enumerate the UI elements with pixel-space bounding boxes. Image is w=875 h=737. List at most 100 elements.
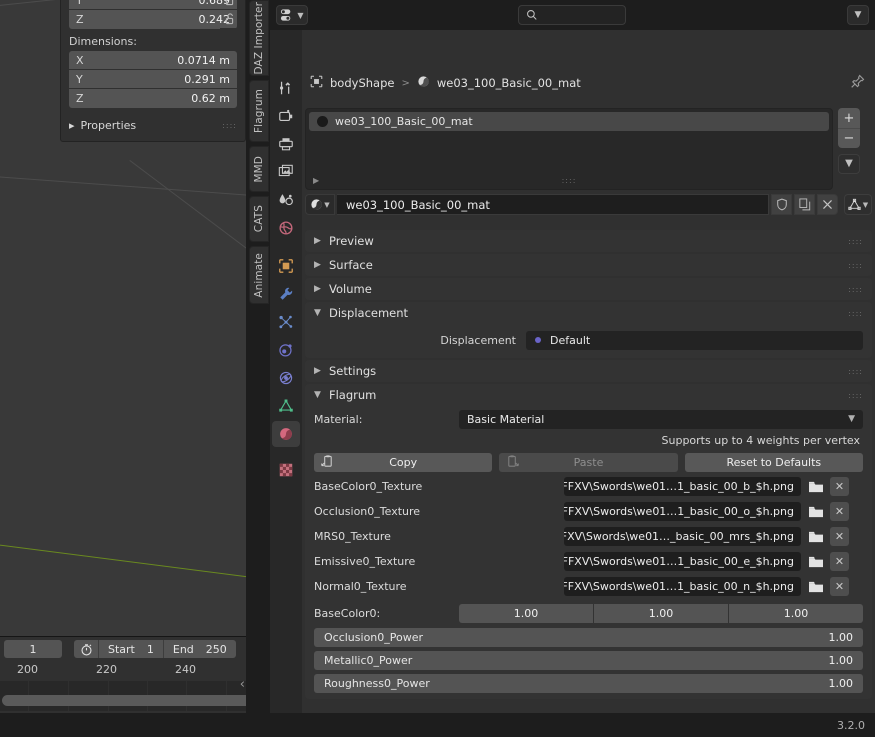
unlock-icon[interactable] xyxy=(220,0,240,10)
editor-type-button[interactable]: ▼ xyxy=(276,5,308,25)
panel-displacement[interactable]: ▼ Displacement :::: Displacement Default xyxy=(305,302,872,358)
current-frame-field[interactable]: 1 xyxy=(4,640,62,658)
open-file-icon[interactable] xyxy=(806,527,826,546)
metallic-power-slider[interactable]: Metallic0_Power 1.00 xyxy=(314,651,863,670)
tab-material[interactable] xyxy=(270,420,302,448)
texture-path-field[interactable]: G:\FFXV\Swords\we01…1_basic_00_e_$h.png xyxy=(564,552,801,571)
end-frame-field[interactable]: End 250 xyxy=(162,640,236,658)
sidebar-tab-cats[interactable]: CATS xyxy=(249,196,269,242)
basecolor-component[interactable]: 1.00 xyxy=(729,604,863,623)
clear-texture-button[interactable]: ✕ xyxy=(830,577,849,596)
browse-material-button[interactable]: ▼ xyxy=(305,194,335,215)
tab-texture[interactable] xyxy=(270,456,302,484)
copy-icon xyxy=(321,455,334,472)
tab-constraints[interactable] xyxy=(270,364,302,392)
material-slot-buttons: + − ▼ xyxy=(838,108,860,174)
expand-filter-icon[interactable]: ▶ xyxy=(313,176,319,185)
resize-grip-icon[interactable]: :::: xyxy=(562,176,577,185)
panel-preview-header[interactable]: ▶ Preview :::: xyxy=(305,230,872,252)
clear-texture-button[interactable]: ✕ xyxy=(830,527,849,546)
tab-object-data[interactable] xyxy=(270,392,302,420)
copy-button[interactable]: Copy xyxy=(314,453,493,472)
panel-settings[interactable]: ▶ Settings :::: xyxy=(305,360,872,382)
ruler-tick-label: 200 xyxy=(17,663,38,676)
clear-texture-button[interactable]: ✕ xyxy=(830,502,849,521)
transform-row[interactable]: Y 0.689 xyxy=(69,0,237,10)
open-file-icon[interactable] xyxy=(806,577,826,596)
tab-tool[interactable] xyxy=(270,74,302,102)
header-options-button[interactable]: ▼ xyxy=(847,5,869,25)
material-slot-list[interactable]: we03_100_Basic_00_mat ▶ :::: xyxy=(305,108,833,190)
sidebar-tab-mmd[interactable]: MMD xyxy=(249,146,269,192)
add-material-slot-button[interactable]: + xyxy=(838,108,860,128)
pin-icon[interactable] xyxy=(850,74,865,92)
occlusion-power-slider[interactable]: Occlusion0_Power 1.00 xyxy=(314,628,863,647)
panel-surface-header[interactable]: ▶ Surface :::: xyxy=(305,254,872,276)
roughness-power-slider[interactable]: Roughness0_Power 1.00 xyxy=(314,674,863,693)
dimension-row[interactable]: Z 0.62 m xyxy=(69,89,237,108)
open-file-icon[interactable] xyxy=(806,502,826,521)
remove-material-slot-button[interactable]: − xyxy=(838,128,860,148)
sidebar-tab-flagrum[interactable]: Flagrum xyxy=(249,80,269,142)
basecolor-component[interactable]: 1.00 xyxy=(594,604,728,623)
open-file-icon[interactable] xyxy=(806,552,826,571)
chevron-left-icon[interactable]: ‹ xyxy=(240,677,245,692)
search-input[interactable] xyxy=(518,5,626,25)
new-material-copy-button[interactable] xyxy=(794,194,815,215)
tab-output[interactable] xyxy=(270,130,302,158)
dimension-row[interactable]: Y 0.291 m xyxy=(69,70,237,89)
material-slot-specials-button[interactable]: ▼ xyxy=(838,154,860,174)
blender-version: 3.2.0 xyxy=(837,718,865,732)
unlock-icon[interactable] xyxy=(220,10,240,29)
tab-object[interactable] xyxy=(270,252,302,280)
paste-button[interactable]: Paste xyxy=(499,453,678,472)
panel-flagrum-header[interactable]: ▼ Flagrum :::: xyxy=(305,384,872,406)
breadcrumb-object-name[interactable]: bodyShape xyxy=(330,76,394,90)
chevron-right-icon: ▶ xyxy=(314,284,321,294)
flagrum-material-dropdown[interactable]: Basic Material ▼ xyxy=(459,409,863,429)
dimension-row[interactable]: X 0.0714 m xyxy=(69,51,237,70)
sidebar-tab-animate[interactable]: Animate xyxy=(249,246,269,304)
fake-user-button[interactable] xyxy=(771,194,792,215)
tab-render[interactable] xyxy=(270,102,302,130)
panel-displacement-header[interactable]: ▼ Displacement :::: xyxy=(305,302,872,324)
transform-row[interactable]: Z 0.242 xyxy=(69,10,237,29)
basecolor-component[interactable]: 1.00 xyxy=(459,604,593,623)
unlink-material-button[interactable] xyxy=(817,194,838,215)
tab-view-layer[interactable] xyxy=(270,158,302,186)
timeline-editor[interactable]: 1 Start 1 End 250 200 220 240 ‹ xyxy=(0,636,260,713)
panel-preview[interactable]: ▶ Preview :::: xyxy=(305,230,872,252)
clear-texture-button[interactable]: ✕ xyxy=(830,477,849,496)
tab-physics[interactable] xyxy=(270,336,302,364)
panel-volume-header[interactable]: ▶ Volume :::: xyxy=(305,278,872,300)
open-file-icon[interactable] xyxy=(806,477,826,496)
clear-texture-button[interactable]: ✕ xyxy=(830,552,849,571)
chevron-right-icon: ▶ xyxy=(314,260,321,270)
tab-world[interactable] xyxy=(270,214,302,242)
3d-viewport[interactable]: Y 0.689 Z 0.242 Dimensions: X 0.0714 m Y… xyxy=(0,0,246,636)
panel-surface[interactable]: ▶ Surface :::: xyxy=(305,254,872,276)
panel-volume[interactable]: ▶ Volume :::: xyxy=(305,278,872,300)
material-link-button[interactable]: ▼ xyxy=(844,194,872,215)
timeline-ruler[interactable]: 200 220 240 xyxy=(0,661,246,681)
material-name-field[interactable]: we03_100_Basic_00_mat xyxy=(337,194,769,215)
stopwatch-icon[interactable] xyxy=(74,643,98,656)
sidebar-tab-daz-importer[interactable]: DAZ Importer xyxy=(249,0,269,76)
texture-path-field[interactable]: G:\FFXV\Swords\we01…1_basic_00_b_$h.png xyxy=(564,477,801,496)
material-slot-item[interactable]: we03_100_Basic_00_mat xyxy=(309,112,829,131)
viewport-properties-panel-header[interactable]: ▸ Properties :::: xyxy=(69,115,237,135)
reset-to-defaults-button[interactable]: Reset to Defaults xyxy=(684,453,863,472)
breadcrumb: bodyShape > we03_100_Basic_00_mat xyxy=(302,68,875,98)
panel-settings-header[interactable]: ▶ Settings :::: xyxy=(305,360,872,382)
start-frame-field[interactable]: Start 1 xyxy=(98,640,163,658)
breadcrumb-material-name[interactable]: we03_100_Basic_00_mat xyxy=(437,76,581,90)
timeline-scrollbar[interactable] xyxy=(2,695,260,706)
tab-scene[interactable] xyxy=(270,186,302,214)
texture-path-field[interactable]: G:\FFXV\Swords\we01…_basic_00_mrs_$h.png xyxy=(564,527,801,546)
displacement-enum[interactable]: Default xyxy=(526,330,863,350)
texture-path-field[interactable]: G:\FFXV\Swords\we01…1_basic_00_o_$h.png xyxy=(564,502,801,521)
tab-modifiers[interactable] xyxy=(270,280,302,308)
panel-flagrum[interactable]: ▼ Flagrum :::: Material: Basic Material … xyxy=(305,384,872,699)
tab-particles[interactable] xyxy=(270,308,302,336)
texture-path-field[interactable]: G:\FFXV\Swords\we01…1_basic_00_n_$h.png xyxy=(564,577,801,596)
